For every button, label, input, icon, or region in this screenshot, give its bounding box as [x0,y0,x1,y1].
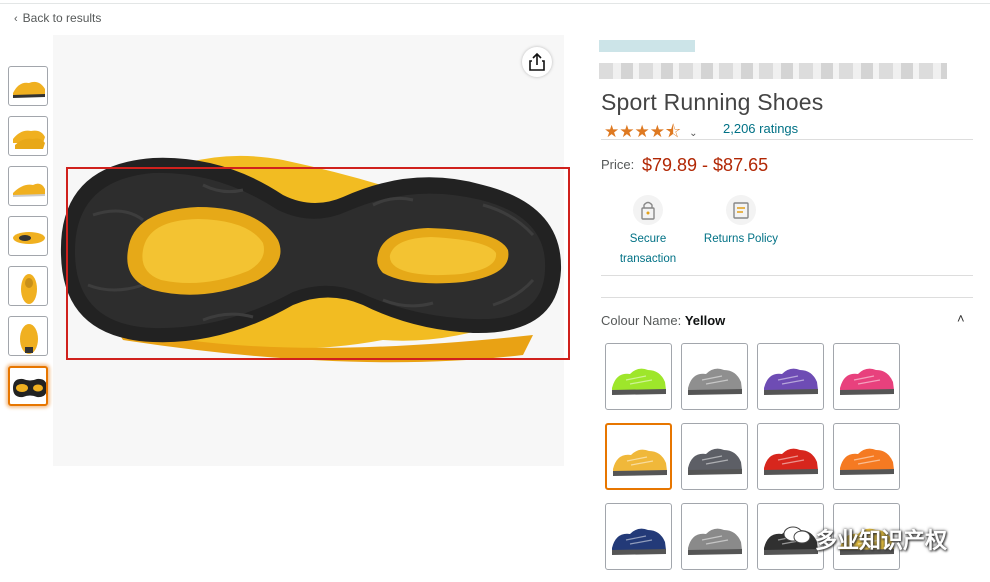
colour-swatch[interactable] [681,503,748,570]
colour-name-label: Colour Name: Yellow [601,313,726,328]
shoe-icon [764,368,818,395]
share-button[interactable] [522,47,552,77]
colour-swatch[interactable] [681,423,748,490]
product-title: Sport Running Shoes [601,89,824,115]
shoe-icon [612,528,666,555]
returns-policy-feature[interactable]: Returns Policy [698,195,784,249]
colour-swatch[interactable] [605,423,672,490]
ratings-count-link[interactable]: 2,206 ratings [723,121,798,136]
rating-row[interactable]: ★★★★⯪ ⌄ [604,119,697,148]
chevron-left-icon: ‹ [14,13,18,25]
chevron-down-icon[interactable]: ⌄ [689,128,697,139]
colour-swatch[interactable] [833,423,900,490]
thumbnail-7[interactable] [8,366,48,406]
shoe-icon [688,528,742,555]
thumbnail-3[interactable] [8,166,48,206]
shoe-icon [840,448,894,475]
shoe-icon [612,368,666,395]
colour-swatch[interactable] [833,343,900,410]
colour-swatch[interactable] [757,423,824,490]
price-value: $79.89 - $87.65 [642,155,769,175]
shoe-icon [688,368,742,395]
colour-swatch[interactable] [605,503,672,570]
shoe-icon [840,368,894,395]
price-label: Price: [601,157,635,172]
returns-icon [726,195,756,225]
colour-swatch[interactable] [681,343,748,410]
colour-swatch[interactable] [605,343,672,410]
shoe-icon [613,449,667,476]
divider [601,139,973,140]
colour-swatch[interactable] [757,343,824,410]
chevron-up-icon[interactable]: ˄ [957,311,965,326]
wechat-logo-icon [783,525,811,545]
top-border [0,0,990,4]
brand-link-blurred[interactable] [599,40,695,52]
shoe-icon [764,448,818,475]
share-icon [529,52,545,71]
shoe-icon [688,448,742,475]
secure-transaction-feature[interactable]: Secure transaction [608,195,688,269]
lock-icon [633,195,663,225]
watermark-text: 多业知识产权 [815,528,948,553]
thumbnail-1[interactable] [8,66,48,106]
thumbnail-5[interactable] [8,266,48,306]
thumbnail-4[interactable] [8,216,48,256]
divider [601,275,973,276]
product-subtitle-blurred [599,63,947,79]
thumbnail-6[interactable] [8,316,48,356]
back-to-results-link[interactable]: ‹ Back to results [14,11,101,25]
divider [601,297,973,298]
star-rating-icon[interactable]: ★★★★⯪ [604,119,681,148]
highlight-box [66,167,570,360]
thumbnail-2[interactable] [8,116,48,156]
